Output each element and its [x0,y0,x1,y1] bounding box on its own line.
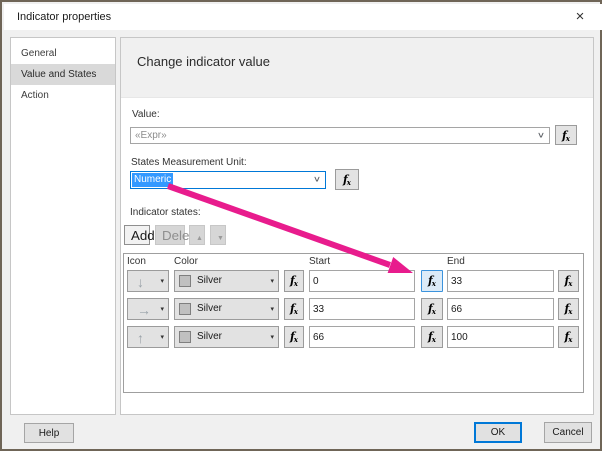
chevron-down-icon: ∨ [312,174,322,184]
indicator-properties-dialog: Indicator properties × General Value and… [0,0,602,451]
value-expression-button[interactable]: fx [555,125,577,145]
states-measurement-unit-label: States Measurement Unit: [131,157,247,168]
value-dropdown-text: «Expr» [135,130,167,141]
move-state-up-button[interactable]: ▲ [189,225,205,245]
ok-button[interactable]: OK [474,422,522,443]
dropdown-caret-icon: ▾ [270,334,274,341]
color-dropdown[interactable]: Silver ▾ [174,298,279,320]
dropdown-caret-icon: ▾ [160,306,164,313]
column-header-end: End [447,256,465,267]
end-expression-button[interactable]: fx [558,298,579,320]
column-header-icon: Icon [127,256,146,267]
start-expression-button[interactable]: fx [421,298,443,320]
category-sidebar: General Value and States Action [10,37,116,415]
page-title: Change indicator value [137,54,270,69]
color-name: Silver [197,331,223,342]
states-measurement-unit-dropdown[interactable]: Numeric ∨ [130,171,326,189]
page-heading-band: Change indicator value [121,38,593,98]
color-name: Silver [197,303,223,314]
states-measurement-unit-value: Numeric [132,173,174,187]
dialog-title: Indicator properties [17,11,112,23]
end-expression-button[interactable]: fx [558,326,579,348]
color-swatch [179,275,191,287]
icon-dropdown[interactable]: ↓ ▾ [127,270,169,292]
end-expression-button[interactable]: fx [558,270,579,292]
sidebar-item-value-and-states[interactable]: Value and States [11,64,115,85]
up-arrow-icon: ▲ [196,235,203,242]
dropdown-caret-icon: ▾ [160,334,164,341]
indicator-states-label: Indicator states: [130,207,201,218]
end-value-input[interactable] [447,270,554,292]
start-expression-button[interactable]: fx [421,326,443,348]
value-dropdown[interactable]: «Expr» ∨ [130,127,550,144]
chevron-down-icon: ∨ [536,130,546,140]
value-label: Value: [132,109,160,120]
color-expression-button[interactable]: fx [284,298,304,320]
start-value-input[interactable] [309,270,415,292]
end-value-input[interactable] [447,326,554,348]
right-arrow-icon: → [137,302,151,318]
column-header-start: Start [309,256,331,267]
color-dropdown[interactable]: Silver ▾ [174,270,279,292]
color-expression-button[interactable]: fx [284,270,304,292]
start-expression-button-highlighted[interactable]: fx [421,270,443,292]
sidebar-item-general[interactable]: General [11,43,115,64]
start-value-input[interactable] [309,298,415,320]
color-dropdown[interactable]: Silver ▾ [174,326,279,348]
icon-dropdown[interactable]: ↑ ▾ [127,326,169,348]
add-state-button[interactable]: Add [124,225,155,245]
down-arrow-icon: ▼ [217,235,224,242]
sidebar-item-action[interactable]: Action [11,85,115,106]
move-state-down-button[interactable]: ▼ [210,225,226,245]
icon-dropdown[interactable]: → ▾ [127,298,169,320]
color-swatch [179,303,191,315]
end-value-input[interactable] [447,298,554,320]
column-header-color: Color [174,256,198,267]
cancel-button[interactable]: Cancel [544,422,592,443]
title-bar: Indicator properties × [4,4,602,30]
dropdown-caret-icon: ▾ [160,278,164,285]
color-swatch [179,331,191,343]
dropdown-caret-icon: ▾ [270,306,274,313]
help-button[interactable]: Help [24,423,74,443]
screenshot-stage: Indicator properties × General Value and… [0,0,602,455]
dropdown-caret-icon: ▾ [270,278,274,285]
indicator-states-table: Icon Color Start End ↓ ▾ Silver ▾ fx 0 f… [123,253,584,393]
main-panel: Change indicator value Value: «Expr» ∨ f… [120,37,594,415]
close-icon[interactable]: × [564,4,596,30]
smu-expression-button[interactable]: fx [335,169,359,190]
start-value-input[interactable] [309,326,415,348]
up-arrow-icon: ↑ [137,330,144,346]
delete-state-button[interactable]: Delete [155,225,201,245]
down-arrow-icon: ↓ [137,274,144,290]
color-name: Silver [197,275,223,286]
color-expression-button[interactable]: fx [284,326,304,348]
